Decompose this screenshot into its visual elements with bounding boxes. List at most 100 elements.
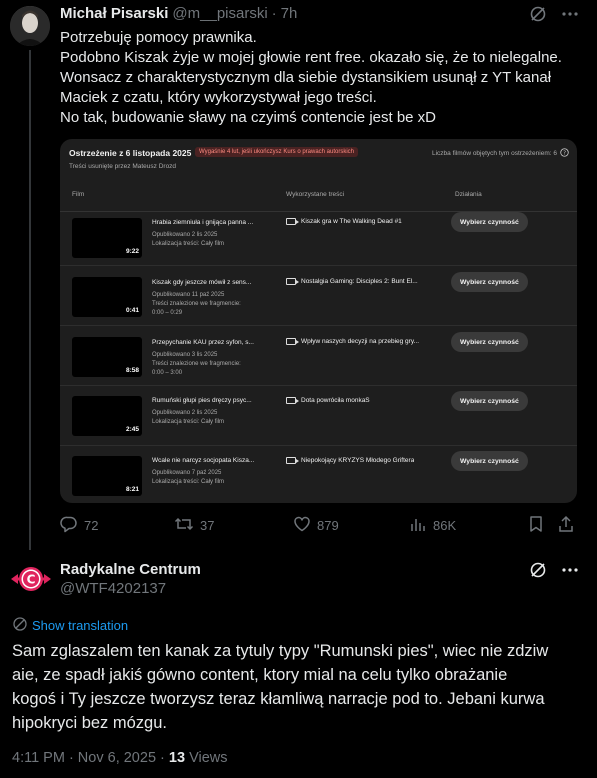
video-duration: 8:58 — [125, 367, 139, 374]
timestamp-text[interactable]: 4:11 PM · Nov 6, 2025 · — [12, 750, 165, 766]
views-button[interactable]: 86K — [409, 515, 456, 536]
video-meta-line: 0:00 – 0:29 — [152, 310, 183, 316]
more-icon[interactable] — [561, 561, 579, 584]
video-icon — [286, 278, 299, 285]
like-button[interactable]: 879 — [293, 515, 339, 536]
help-icon: ? — [560, 148, 569, 159]
share-button[interactable] — [557, 515, 575, 536]
video-meta: Opublikowano 2 lis 2025 Lokalizacja treś… — [152, 409, 224, 427]
video-meta: Opublikowano 7 paź 2025 Lokalizacja treś… — [152, 469, 224, 487]
video-count-label: Liczba filmów objętych tym ostrzeżeniem:… — [432, 150, 557, 157]
author-avatar[interactable] — [10, 6, 50, 46]
choose-action-button: Wybierz czynność — [451, 451, 528, 471]
post-text: Sam zglaszalem ten kanak za tytuly typy … — [12, 639, 590, 735]
post-actions: 72 37 879 86K — [60, 512, 580, 538]
used-content-title: Wpływ naszych decyzji na przebieg gry... — [301, 338, 420, 345]
more-icon[interactable] — [561, 5, 579, 28]
used-content-title: Dota powróciła monkaS — [301, 397, 370, 404]
video-thumbnail: 2:45 — [72, 396, 142, 436]
post-text-line: Podobno Kiszak żyje w mojej głowie rent … — [60, 49, 562, 66]
attached-image[interactable]: Ostrzeżenie z 6 listopada 2025 Wygaśnie … — [60, 139, 577, 503]
post-text-line: aie, ze spadł jakiś gówno content, ktory… — [12, 666, 508, 684]
video-icon — [286, 397, 299, 404]
video-icon — [286, 457, 299, 464]
post-text-line: Wonsacz z charakterystycznym dla siebie … — [60, 69, 552, 86]
video-icon — [286, 338, 299, 345]
video-meta-line: Opublikowano 3 lis 2025 — [152, 352, 218, 358]
views-label: Views — [189, 750, 228, 766]
share-icon — [557, 515, 575, 536]
warning-badge: Wygaśnie 4 lut, jeśli ukończysz Kurs o p… — [195, 147, 359, 157]
grok-icon[interactable] — [529, 561, 547, 584]
choose-action-button: Wybierz czynność — [451, 272, 528, 292]
reply-icon — [60, 515, 78, 536]
post-text-line: Maciek z czatu, który wykorzystywał jego… — [60, 89, 377, 106]
author-handle[interactable]: @m__pisarski — [172, 5, 267, 22]
col-header-actions: Działania — [455, 191, 482, 198]
bookmark-icon — [528, 515, 544, 536]
post-time[interactable]: 7h — [281, 5, 298, 22]
video-meta-line: Opublikowano 2 lis 2025 — [152, 410, 218, 416]
post-text-line: Potrzebuję pomocy prawnika. — [60, 29, 257, 46]
used-content: Niepokojący KRYZYS Młodego Griftera — [286, 457, 446, 464]
post-header-icons — [529, 5, 579, 28]
video-meta-line: Lokalizacja treści: Cały film — [152, 419, 225, 425]
post-header-icons — [529, 561, 579, 584]
video-title: Przepychanie KAU przez syfon, s... — [152, 339, 254, 346]
video-duration: 9:22 — [125, 248, 139, 255]
repost-button[interactable]: 37 — [174, 515, 214, 536]
divider — [60, 325, 577, 326]
choose-action-button: Wybierz czynność — [451, 332, 528, 352]
used-content-title: Niepokojący KRYZYS Młodego Griftera — [301, 457, 415, 464]
views-icon — [409, 515, 427, 536]
show-translation-link[interactable]: Show translation — [12, 616, 128, 635]
used-content: Dota powróciła monkaS — [286, 397, 446, 404]
video-duration: 8:21 — [125, 486, 139, 493]
like-count: 879 — [317, 518, 339, 533]
post-timestamp: 4:11 PM · Nov 6, 2025 · 13 Views — [12, 750, 227, 766]
video-count: Liczba filmów objętych tym ostrzeżeniem:… — [432, 148, 569, 159]
show-translation-label: Show translation — [32, 618, 129, 633]
video-title: Kiszak gdy jeszcze mówił z sens... — [152, 279, 252, 286]
divider — [60, 445, 577, 446]
video-thumbnail: 8:21 — [72, 456, 142, 496]
translate-icon — [12, 616, 28, 635]
author-handle[interactable]: @WTF4202137 — [60, 580, 166, 597]
video-meta: Opublikowano 11 paź 2025 Treści znalezio… — [152, 291, 241, 318]
video-icon — [286, 218, 299, 225]
video-meta-line: Opublikowano 2 lis 2025 — [152, 232, 218, 238]
separator: · — [271, 5, 277, 22]
video-meta-line: Lokalizacja treści: Cały film — [152, 241, 225, 247]
video-duration: 2:45 — [125, 426, 139, 433]
author-name[interactable]: Michał Pisarski — [60, 5, 168, 22]
reply-button[interactable]: 72 — [60, 515, 98, 536]
used-content-title: Nostalgia Gaming: Disciples 2: Bunt El..… — [301, 278, 418, 285]
post-text-line: hipokryci bez mózgu. — [12, 714, 167, 732]
col-header-content: Wykorzystane treści — [286, 191, 345, 198]
video-meta-line: 0:00 – 3:00 — [152, 370, 183, 376]
video-meta: Opublikowano 3 lis 2025 Treści znalezion… — [152, 351, 241, 378]
post-header: Michał Pisarski @m__pisarski · 7h — [60, 5, 297, 22]
post-text-line: Sam zglaszalem ten kanak za tytuly typy … — [12, 642, 549, 660]
grok-icon[interactable] — [529, 5, 547, 28]
avatar-letter: C — [27, 573, 36, 587]
video-title: Wcale nie narcyz socjopata Kisza... — [152, 457, 255, 464]
choose-action-button: Wybierz czynność — [451, 212, 528, 232]
warning-subtitle: Treści usunięte przez Mateusz Drozd — [69, 163, 177, 170]
video-thumbnail: 8:58 — [72, 337, 142, 377]
author-avatar[interactable]: C — [10, 562, 52, 596]
video-meta: Opublikowano 2 lis 2025 Lokalizacja treś… — [152, 231, 224, 249]
video-meta-line: Opublikowano 11 paź 2025 — [152, 292, 225, 298]
svg-text:?: ? — [563, 150, 566, 156]
video-title: Rumuński głupi pies dręczy psyc... — [152, 397, 252, 404]
views-count: 13 — [168, 750, 186, 766]
col-header-film: Film — [72, 191, 85, 198]
reply-count: 72 — [84, 518, 99, 533]
video-meta-line: Treści znalezione we fragmencie: — [152, 301, 241, 307]
divider — [60, 385, 577, 386]
post-text: Potrzebuję pomocy prawnika. Podobno Kisz… — [60, 28, 580, 128]
author-name[interactable]: Radykalne Centrum — [60, 561, 201, 578]
repost-icon — [174, 515, 194, 536]
video-thumbnail: 0:41 — [72, 277, 142, 317]
bookmark-button[interactable] — [528, 515, 544, 536]
